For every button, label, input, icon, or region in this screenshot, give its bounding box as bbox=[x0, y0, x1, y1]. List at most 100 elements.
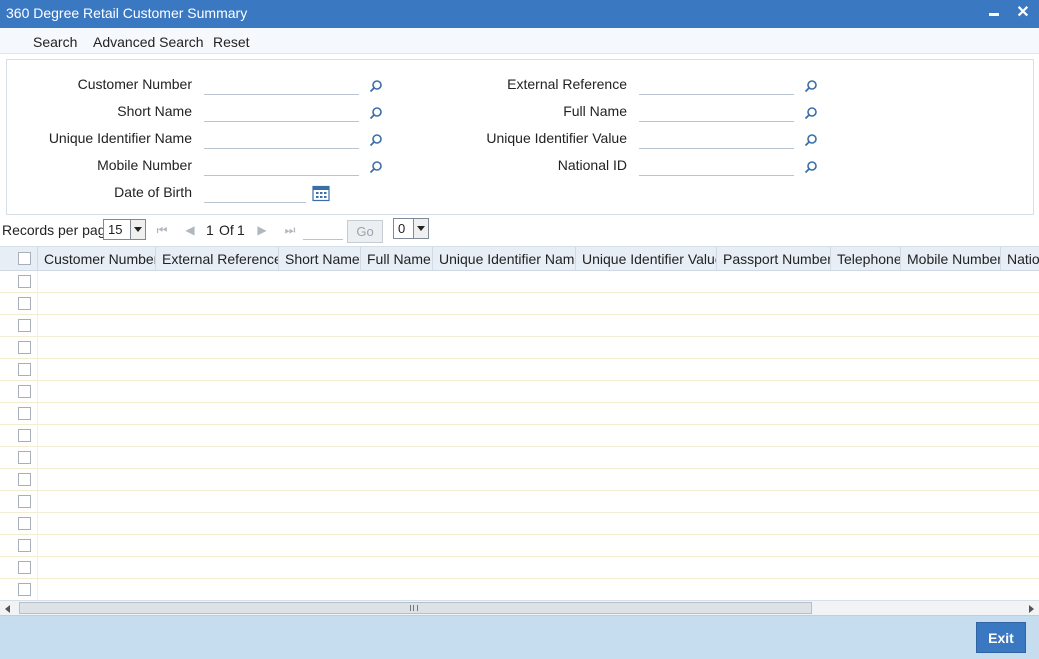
search-button[interactable]: Search bbox=[33, 34, 77, 50]
window-title: 360 Degree Retail Customer Summary bbox=[6, 5, 248, 21]
go-button[interactable]: Go bbox=[347, 220, 383, 243]
row-checkbox[interactable] bbox=[18, 407, 31, 420]
column-header[interactable]: Telephone bbox=[831, 247, 901, 271]
row-checkbox[interactable] bbox=[18, 319, 31, 332]
table-row[interactable] bbox=[0, 337, 1039, 359]
pagination-bar: Records per page 15 ⏮ ◀ 1 Of 1 ▶ ⏭ 0 bbox=[0, 217, 1039, 244]
horizontal-scrollbar[interactable] bbox=[0, 600, 1039, 615]
row-checkbox[interactable] bbox=[18, 495, 31, 508]
advanced-search-button[interactable]: Advanced Search bbox=[93, 34, 204, 50]
column-header[interactable]: Mobile Number bbox=[901, 247, 1001, 271]
unique-identifier-name-label: Unique Identifier Name bbox=[48, 130, 192, 146]
mobile-number-input[interactable] bbox=[204, 154, 359, 176]
row-checkbox[interactable] bbox=[18, 473, 31, 486]
table-row[interactable] bbox=[0, 403, 1039, 425]
window-titlebar: 360 Degree Retail Customer Summary ✕ bbox=[0, 0, 1039, 28]
go-to-page-input[interactable] bbox=[303, 220, 343, 240]
of-label: Of bbox=[219, 222, 234, 238]
column-header[interactable]: Nation bbox=[1001, 247, 1039, 271]
row-checkbox[interactable] bbox=[18, 429, 31, 442]
select-all-checkbox[interactable] bbox=[18, 252, 31, 265]
table-row[interactable] bbox=[0, 359, 1039, 381]
scroll-right-icon[interactable] bbox=[1026, 603, 1036, 614]
grid-header-row: Customer Number External Reference Short… bbox=[0, 247, 1039, 271]
row-checkbox[interactable] bbox=[18, 275, 31, 288]
search-icon[interactable] bbox=[369, 160, 383, 174]
minimize-icon[interactable] bbox=[984, 3, 1004, 23]
first-page-icon[interactable]: ⏮ bbox=[155, 223, 169, 237]
customer-number-input[interactable] bbox=[204, 73, 359, 95]
national-id-input[interactable] bbox=[639, 154, 794, 176]
short-name-input[interactable] bbox=[204, 100, 359, 122]
scrollbar-thumb[interactable] bbox=[19, 602, 812, 614]
search-icon[interactable] bbox=[369, 79, 383, 93]
records-per-page-label: Records per page bbox=[2, 222, 114, 238]
page-select-value: 0 bbox=[398, 221, 406, 236]
search-icon[interactable] bbox=[804, 133, 818, 147]
row-divider bbox=[37, 491, 38, 513]
row-divider bbox=[37, 293, 38, 315]
table-row[interactable] bbox=[0, 579, 1039, 600]
search-icon[interactable] bbox=[804, 106, 818, 120]
table-row[interactable] bbox=[0, 425, 1039, 447]
date-of-birth-input[interactable] bbox=[204, 181, 306, 203]
table-row[interactable] bbox=[0, 315, 1039, 337]
row-checkbox[interactable] bbox=[18, 539, 31, 552]
row-divider bbox=[37, 469, 38, 491]
mobile-number-label: Mobile Number bbox=[97, 157, 192, 173]
current-page: 1 bbox=[206, 222, 214, 238]
exit-button[interactable]: Exit bbox=[976, 622, 1026, 653]
row-checkbox[interactable] bbox=[18, 451, 31, 464]
row-divider bbox=[37, 337, 38, 359]
page-select[interactable]: 0 bbox=[393, 218, 429, 239]
row-divider bbox=[37, 557, 38, 579]
table-row[interactable] bbox=[0, 557, 1039, 579]
national-id-label: National ID bbox=[557, 157, 627, 173]
search-icon[interactable] bbox=[804, 79, 818, 93]
unique-identifier-name-input[interactable] bbox=[204, 127, 359, 149]
row-checkbox[interactable] bbox=[18, 583, 31, 596]
full-name-input[interactable] bbox=[639, 100, 794, 122]
row-divider bbox=[37, 513, 38, 535]
close-icon[interactable]: ✕ bbox=[1013, 3, 1033, 23]
column-header[interactable]: Unique Identifier Name bbox=[433, 247, 576, 271]
search-icon[interactable] bbox=[369, 106, 383, 120]
table-row[interactable] bbox=[0, 293, 1039, 315]
row-checkbox[interactable] bbox=[18, 517, 31, 530]
full-name-label: Full Name bbox=[563, 103, 627, 119]
row-checkbox[interactable] bbox=[18, 363, 31, 376]
row-divider bbox=[37, 359, 38, 381]
records-per-page-select[interactable]: 15 bbox=[103, 219, 146, 240]
table-row[interactable] bbox=[0, 535, 1039, 557]
column-header[interactable]: Passport Number bbox=[717, 247, 831, 271]
previous-page-icon[interactable]: ◀ bbox=[183, 223, 197, 237]
search-icon[interactable] bbox=[369, 133, 383, 147]
column-header[interactable]: Customer Number bbox=[38, 247, 156, 271]
column-header[interactable]: Full Name bbox=[361, 247, 433, 271]
table-row[interactable] bbox=[0, 381, 1039, 403]
calendar-icon[interactable] bbox=[312, 185, 330, 202]
select-all-cell bbox=[0, 247, 38, 271]
grip-icon bbox=[410, 605, 418, 611]
chevron-down-icon bbox=[130, 220, 145, 239]
row-checkbox[interactable] bbox=[18, 297, 31, 310]
table-row[interactable] bbox=[0, 447, 1039, 469]
reset-button[interactable]: Reset bbox=[213, 34, 250, 50]
row-checkbox[interactable] bbox=[18, 385, 31, 398]
table-row[interactable] bbox=[0, 469, 1039, 491]
row-checkbox[interactable] bbox=[18, 341, 31, 354]
external-reference-input[interactable] bbox=[639, 73, 794, 95]
table-row[interactable] bbox=[0, 491, 1039, 513]
table-row[interactable] bbox=[0, 271, 1039, 293]
column-header[interactable]: Unique Identifier Value bbox=[576, 247, 717, 271]
table-row[interactable] bbox=[0, 513, 1039, 535]
row-checkbox[interactable] bbox=[18, 561, 31, 574]
search-icon[interactable] bbox=[804, 160, 818, 174]
last-page-icon[interactable]: ⏭ bbox=[283, 223, 297, 237]
next-page-icon[interactable]: ▶ bbox=[255, 223, 269, 237]
unique-identifier-value-input[interactable] bbox=[639, 127, 794, 149]
toolbar: Search Advanced Search Reset bbox=[0, 28, 1039, 54]
column-header[interactable]: External Reference bbox=[156, 247, 279, 271]
scroll-left-icon[interactable] bbox=[3, 603, 13, 614]
column-header[interactable]: Short Name bbox=[279, 247, 361, 271]
